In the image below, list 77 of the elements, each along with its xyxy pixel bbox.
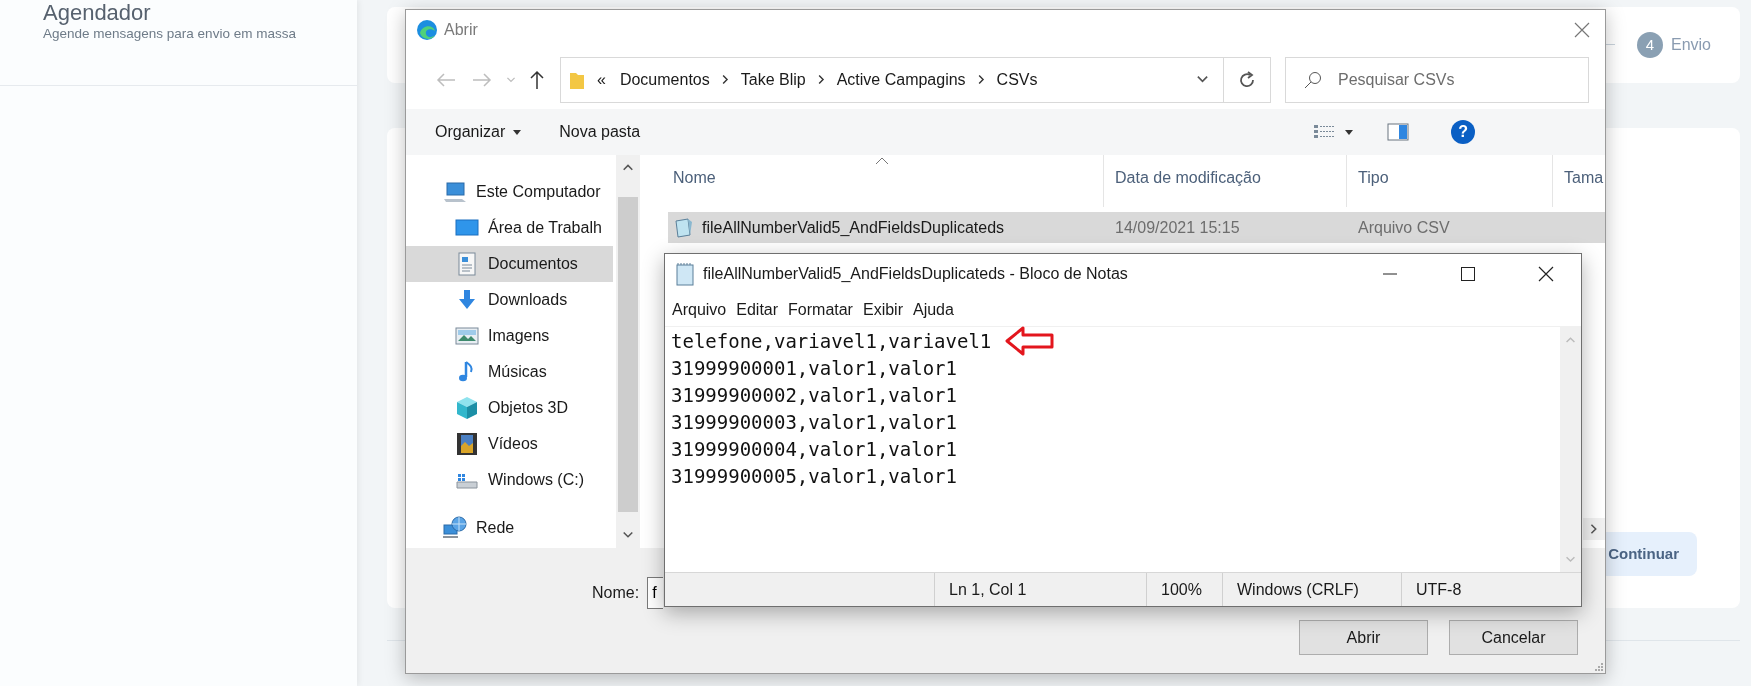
nav-item[interactable]: Windows (C:) (406, 462, 613, 498)
scrollbar[interactable] (1560, 327, 1581, 572)
address-bar[interactable]: « Documentos Take Blip Active Campagins CSVs (560, 56, 1223, 103)
filename-label: Nome: (592, 584, 640, 602)
scrollbar[interactable] (616, 155, 640, 548)
nav-item[interactable]: Imagens (406, 318, 613, 354)
text-line: 31999900001,valor1,valor1 (671, 356, 957, 379)
filename-field[interactable]: f (647, 577, 664, 609)
close-icon (1574, 22, 1590, 38)
dialog-title: Abrir (444, 21, 479, 39)
nav-item[interactable]: Objetos 3D (406, 390, 613, 426)
menu-item[interactable]: Exibir (857, 301, 908, 319)
forward-arrow-icon (472, 71, 492, 88)
refresh-button[interactable] (1223, 56, 1271, 103)
nav-item[interactable]: Vídeos (406, 426, 613, 462)
status-text: UTF-8 (1416, 580, 1462, 599)
up-arrow-icon (529, 69, 545, 90)
nav-item[interactable]: Este Computador (406, 174, 613, 210)
file-name: fileAllNumberValid5_AndFieldsDuplicateds (702, 218, 1005, 237)
file-date: 14/09/2021 15:15 (1115, 218, 1240, 237)
status-text: Windows (CRLF) (1237, 580, 1359, 599)
text-line: 31999900005,valor1,valor1 (671, 464, 957, 487)
file-row[interactable]: fileAllNumberValid5_AndFieldsDuplicateds 14/09/2021 15:15 Arquivo CSV (668, 212, 1605, 243)
notepad-icon (675, 262, 695, 286)
search-field[interactable]: Pesquisar CSVs (1336, 69, 1560, 90)
maximize-icon (1461, 267, 1475, 281)
menu-item[interactable]: Ajuda (907, 301, 959, 319)
sort-caret-icon (875, 157, 889, 165)
cube-icon (454, 396, 480, 420)
section-title: Agendador (43, 1, 152, 25)
dialog-button[interactable]: Abrir (1299, 620, 1428, 655)
list-view-icon (1313, 123, 1336, 141)
caret-icon (513, 129, 522, 135)
panel-icon (1387, 123, 1410, 141)
scroll-right-button[interactable] (1583, 518, 1605, 540)
dialog-button[interactable]: Cancelar (1449, 620, 1578, 655)
text-line: 31999900003,valor1,valor1 (671, 410, 957, 433)
close-icon (1538, 266, 1554, 282)
window-title: fileAllNumberValid5_AndFieldsDuplicateds - Bloco de Notas (703, 265, 1129, 283)
text-line: 31999900002,valor1,valor1 (671, 383, 957, 406)
menu-item[interactable]: Formatar (783, 301, 858, 319)
menu-item[interactable]: Editar (731, 301, 784, 319)
browser-icon (416, 19, 438, 41)
film-icon (454, 432, 480, 456)
nav-item[interactable]: Rede (406, 510, 613, 546)
file-type: Arquivo CSV (1358, 218, 1450, 237)
network-icon (442, 516, 468, 540)
back-arrow-icon (436, 71, 456, 88)
search-icon (1304, 70, 1322, 89)
nav-item[interactable]: Músicas (406, 354, 613, 390)
help-button[interactable]: ? (1451, 120, 1476, 144)
column-header[interactable]: Nome (640, 155, 1104, 207)
menu-item[interactable]: Arquivo (667, 301, 732, 319)
step-number: 4 (1636, 31, 1663, 58)
minimize-icon (1383, 273, 1397, 275)
column-header[interactable]: Data de modificação (1104, 155, 1347, 207)
text-line: telefone,variavel1,variavel1 (671, 329, 992, 352)
search-box[interactable]: Pesquisar CSVs (1285, 56, 1589, 103)
nav-item[interactable]: Documentos (406, 246, 613, 282)
status-text: 100% (1161, 580, 1202, 599)
text-line: 31999900004,valor1,valor1 (671, 437, 957, 460)
nav-item[interactable]: Downloads (406, 282, 613, 318)
computer-icon (442, 180, 468, 204)
refresh-icon (1238, 70, 1256, 89)
file-icon (672, 216, 694, 239)
toolbar-button[interactable]: Nova pasta (550, 115, 650, 149)
column-header[interactable]: Tipo (1347, 155, 1553, 207)
status-text: Ln 1, Col 1 (949, 580, 1027, 599)
section-subtitle: Agende mensagens para envio em massa (43, 26, 297, 41)
column-header[interactable]: Tama (1553, 155, 1605, 207)
step-label: Envio (1670, 35, 1711, 54)
resize-grip-icon (1593, 661, 1603, 671)
caret-icon (1345, 129, 1354, 135)
nav-item[interactable]: Área de Trabalh (406, 210, 613, 246)
toolbar-button[interactable]: Organizar (426, 115, 531, 149)
image-icon (454, 324, 480, 348)
caret-icon (1196, 73, 1209, 86)
